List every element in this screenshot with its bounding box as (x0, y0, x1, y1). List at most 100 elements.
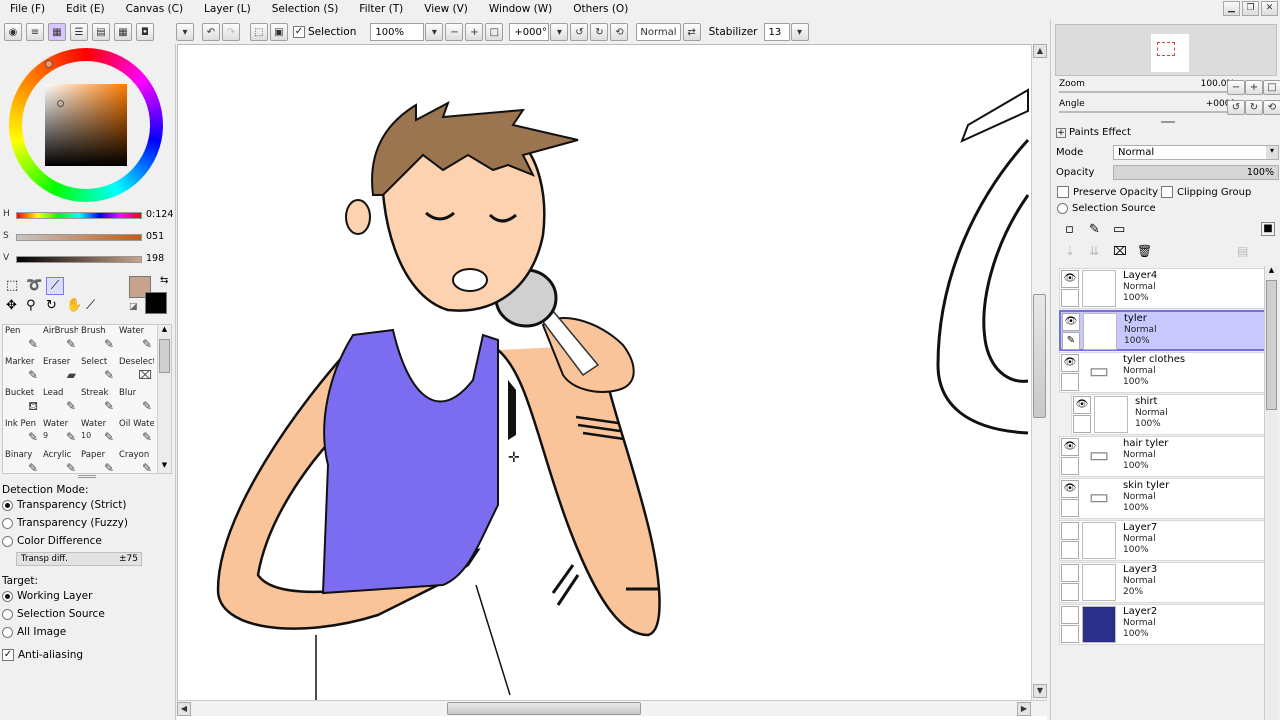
canvas-vscroll-thumb[interactable] (1033, 294, 1046, 418)
paints-effect-heading[interactable]: + Paints Effect (1056, 127, 1131, 138)
tool-pen[interactable]: Pen ✎ (4, 326, 40, 356)
tool-grid-scroll-thumb[interactable] (159, 339, 170, 373)
rotation-dropdown-icon[interactable]: ▾ (550, 23, 569, 41)
magic-wand-icon[interactable]: ⟋ (46, 277, 64, 295)
new-linework-layer-icon[interactable]: ✎ (1089, 222, 1100, 237)
zoom-out-icon[interactable]: − (445, 23, 464, 41)
menu-view[interactable]: View (V) (414, 3, 479, 15)
tool-blur[interactable]: Blur ✎ (118, 388, 154, 418)
swap-colors-icon[interactable]: ⇆ (160, 275, 168, 286)
undo-icon[interactable]: ↶ (202, 23, 220, 41)
zoom-tool-icon[interactable]: ⚲ (26, 298, 36, 313)
scroll-up-icon[interactable]: ▲ (1033, 44, 1047, 58)
hue-picker-cursor[interactable] (45, 60, 53, 68)
sv-picker-cursor[interactable] (57, 100, 64, 107)
lock-toggle[interactable] (1073, 415, 1091, 433)
detection-strict-option[interactable]: Transparency (Strict) (2, 497, 126, 513)
tool-ink-pen[interactable]: Ink Pen ✎ (4, 419, 40, 449)
layer-row[interactable]: 👁 ▭ skin tyler Normal 100% (1059, 478, 1267, 519)
visibility-eye-icon[interactable]: 👁 (1062, 313, 1080, 331)
menu-others[interactable]: Others (O) (563, 3, 639, 15)
anti-aliasing-checkbox[interactable]: ✓ (2, 649, 14, 661)
merge-down-icon[interactable]: ⇊ (1089, 244, 1099, 258)
transp-diff-slider[interactable]: Transp diff. ±75 (16, 552, 142, 566)
scroll-up-icon[interactable]: ▲ (1266, 266, 1277, 277)
lock-toggle[interactable] (1061, 583, 1079, 601)
selection-source-option[interactable]: Selection Source (1057, 200, 1156, 216)
v-slider[interactable] (16, 256, 142, 263)
tool-lead[interactable]: Lead ✎ (42, 388, 78, 418)
menu-edit[interactable]: Edit (E) (56, 3, 116, 15)
rotate-right-icon[interactable]: ↻ (590, 23, 609, 41)
tool-eraser[interactable]: Eraser ▰ (42, 357, 78, 387)
zoom-dropdown-icon[interactable]: ▾ (425, 23, 444, 41)
panel-resize-handle[interactable] (78, 475, 96, 478)
eyedropper-icon[interactable]: ⟋ (86, 298, 95, 313)
navigator-preview[interactable] (1055, 24, 1277, 76)
layer-row[interactable]: 👁 ✎ tyler Normal 100% (1059, 310, 1267, 351)
secondary-color-swatch[interactable] (145, 292, 167, 314)
expand-icon[interactable]: + (1056, 127, 1066, 138)
clipping-group-checkbox[interactable] (1161, 186, 1173, 198)
lasso-icon[interactable]: ➰ (26, 278, 42, 293)
visibility-eye-icon[interactable] (1061, 564, 1079, 582)
menu-window[interactable]: Window (W) (479, 3, 563, 15)
visibility-eye-icon[interactable]: 👁 (1061, 438, 1079, 456)
color-palette-tab-icon[interactable]: ◘ (136, 23, 154, 41)
mode-dropdown[interactable]: Normal ▾ (1113, 145, 1279, 160)
preserve-opacity-option[interactable]: Preserve Opacity (1057, 184, 1158, 200)
detection-color-diff-option[interactable]: Color Difference (2, 533, 102, 549)
color-wheel-tab-icon[interactable]: ◉ (4, 23, 22, 41)
nav-zoom-in-icon[interactable]: + (1245, 80, 1263, 95)
pen-edit-icon[interactable]: ✎ (1062, 332, 1080, 350)
radio-selection-source[interactable] (2, 608, 13, 620)
close-icon[interactable]: ✕ (1261, 1, 1278, 16)
scroll-left-icon[interactable]: ◀ (177, 702, 191, 716)
transfer-down-icon[interactable]: ⇣ (1065, 244, 1075, 258)
layer-list-scroll-thumb[interactable] (1266, 280, 1277, 410)
rotate-reset-icon[interactable]: ⟲ (610, 23, 629, 41)
hand-icon[interactable]: ✋ (66, 298, 82, 313)
visibility-eye-icon[interactable] (1061, 606, 1079, 624)
nav-angle-slider[interactable] (1059, 111, 1235, 113)
preserve-opacity-checkbox[interactable] (1057, 186, 1069, 198)
layer-mask-icon[interactable]: ▤ (1237, 244, 1248, 258)
rect-select-icon[interactable]: ⬚ (6, 278, 18, 293)
flip-icon[interactable]: ⇄ (682, 23, 701, 41)
radio-color-diff[interactable] (2, 535, 13, 547)
tool-grid-scrollbar[interactable]: ▲ ▼ (157, 325, 171, 473)
blend-mode-button[interactable]: Normal (636, 23, 681, 41)
visibility-eye-icon[interactable]: 👁 (1061, 354, 1079, 372)
tool-select[interactable]: Select ✎ (80, 357, 116, 387)
nav-zoom-out-icon[interactable]: − (1227, 80, 1245, 95)
opacity-slider[interactable]: 100% (1113, 165, 1279, 180)
tool-bucket[interactable]: Bucket ⛾ (4, 388, 40, 418)
zoom-reset-icon[interactable]: □ (485, 23, 504, 41)
move-icon[interactable]: ✥ (6, 298, 17, 313)
scroll-down-icon[interactable]: ▼ (1033, 684, 1047, 698)
new-folder-icon[interactable]: ▭ (1113, 222, 1125, 237)
menu-selection[interactable]: Selection (S) (262, 3, 350, 15)
tool-crayon[interactable]: Crayon ✎ (118, 450, 154, 480)
target-selection-source-option[interactable]: Selection Source (2, 606, 105, 622)
canvas-vertical-scrollbar[interactable]: ▲ ▼ (1031, 44, 1047, 700)
tool-water[interactable]: Water 9 ✎ (42, 419, 78, 449)
layer-row[interactable]: 👁 ▭ tyler clothes Normal 100% (1059, 352, 1267, 393)
h-slider[interactable] (16, 212, 142, 219)
minimize-icon[interactable]: ▁ (1223, 1, 1240, 16)
tool-binary[interactable]: Binary ✎ (4, 450, 40, 480)
visibility-eye-icon[interactable]: 👁 (1073, 396, 1091, 414)
panel-resize-handle[interactable] (1161, 121, 1175, 123)
tool-airbrush[interactable]: AirBrush ✎ (42, 326, 78, 356)
color-hsv-tab-icon[interactable]: ☰ (70, 23, 88, 41)
visibility-eye-icon[interactable]: 👁 (1061, 480, 1079, 498)
zoom-field[interactable]: 100% (370, 23, 425, 41)
nav-rotate-left-icon[interactable]: ↺ (1227, 100, 1245, 115)
deselect-icon[interactable]: ⬚ (250, 23, 268, 41)
menu-layer[interactable]: Layer (L) (194, 3, 262, 15)
tool-deselect[interactable]: Deselect ⌧ (118, 357, 154, 387)
stabilizer-dropdown-icon[interactable]: ▾ (790, 23, 809, 41)
nav-zoom-reset-icon[interactable]: □ (1263, 80, 1280, 95)
redo-icon[interactable]: ↷ (222, 23, 240, 41)
restore-icon[interactable]: ❐ (1242, 1, 1259, 16)
